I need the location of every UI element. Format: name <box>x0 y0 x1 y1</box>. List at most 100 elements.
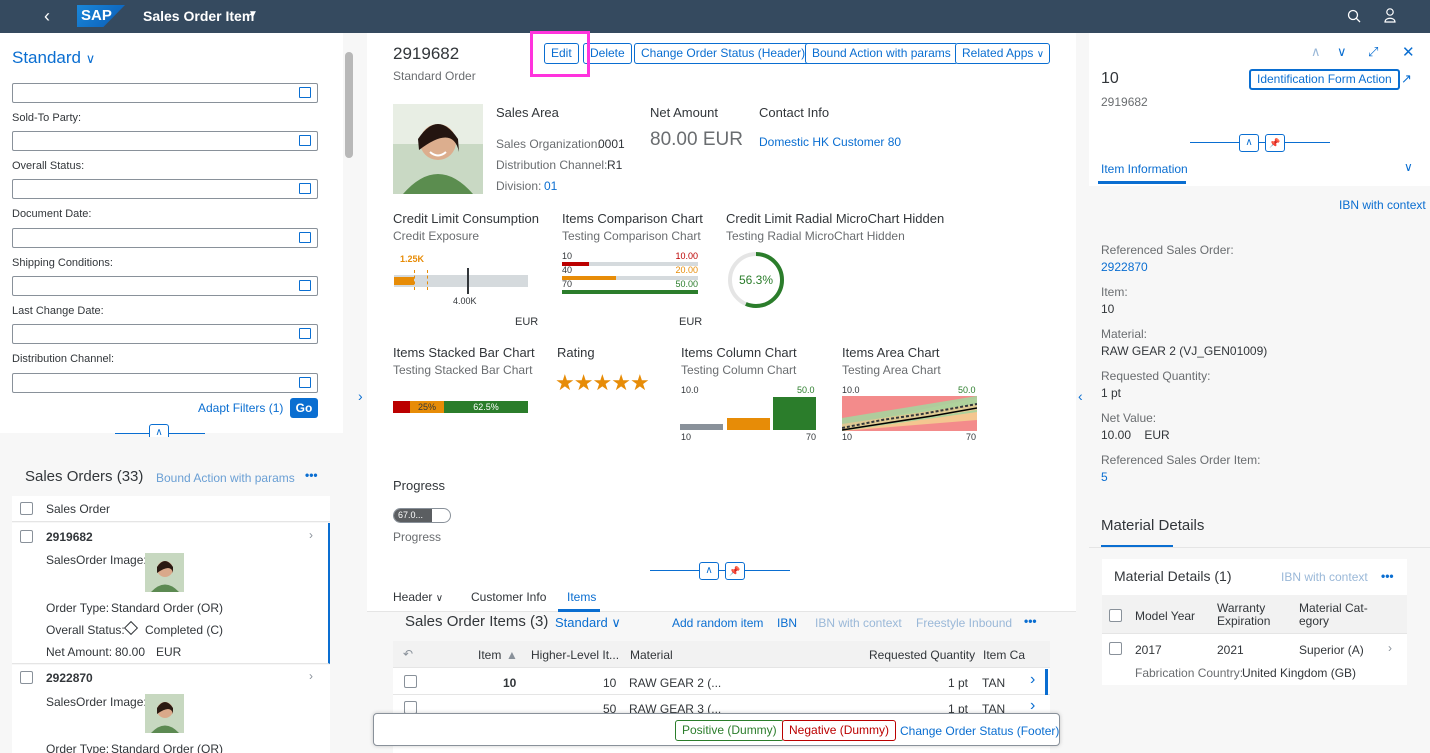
order-type: Standard Order (OR) <box>111 601 224 615</box>
tab-customer-info[interactable]: Customer Info <box>471 590 546 604</box>
rating-indicator[interactable]: ★★★★★ <box>555 370 650 396</box>
back-icon[interactable]: ‹ <box>44 6 50 27</box>
row-checkbox[interactable] <box>20 530 33 543</box>
value-help-icon[interactable] <box>299 232 311 243</box>
freestyle-inbound-button[interactable]: Freestyle Inbound <box>916 616 1012 630</box>
tab-item-information[interactable]: Item Information <box>1101 162 1188 176</box>
column-header[interactable]: Material <box>630 648 673 662</box>
change-order-status-header-button[interactable]: Change Order Status (Header) <box>634 43 813 64</box>
collapse-header-button[interactable]: ∧ <box>1239 134 1259 152</box>
value-help-icon[interactable] <box>299 135 311 146</box>
column-header[interactable]: Item <box>478 648 501 662</box>
overflow-icon[interactable]: ••• <box>1381 569 1394 583</box>
go-button[interactable]: Go <box>290 398 318 418</box>
star-icon[interactable]: ★ <box>555 370 575 395</box>
search-field[interactable] <box>12 83 318 103</box>
highlight-box <box>530 31 590 77</box>
field-value: RAW GEAR 2 (VJ_GEN01009) <box>1101 344 1268 358</box>
cell-warranty: 2021 <box>1217 643 1244 657</box>
ibn-with-context-button[interactable]: IBN with context <box>815 616 902 630</box>
star-icon[interactable]: ★ <box>630 370 650 395</box>
value-help-icon[interactable] <box>299 183 311 194</box>
star-icon[interactable]: ★ <box>611 370 631 395</box>
table-variant-selector[interactable]: Standard ∨ <box>555 615 621 631</box>
document-date-input[interactable] <box>12 228 318 248</box>
overflow-icon[interactable]: ••• <box>305 468 318 482</box>
negative-button[interactable]: Negative (Dummy) <box>782 720 897 741</box>
close-icon[interactable]: ✕ <box>1402 43 1415 61</box>
column-header[interactable]: Model Year <box>1135 609 1195 623</box>
field-link[interactable]: 2922870 <box>1101 260 1148 274</box>
row-checkbox[interactable] <box>1109 642 1122 655</box>
field-label: Order Type: <box>46 742 110 753</box>
ibn-button[interactable]: IBN <box>777 616 797 630</box>
value-help-icon[interactable] <box>299 377 311 388</box>
field-link[interactable]: 5 <box>1101 470 1108 484</box>
chevron-down-icon[interactable]: ∨ <box>1337 44 1347 60</box>
chevron-down-icon[interactable]: ▼ <box>248 9 258 20</box>
user-icon[interactable] <box>1384 8 1396 23</box>
star-icon[interactable]: ★ <box>592 370 612 395</box>
chevron-right-icon[interactable]: › <box>1388 641 1392 655</box>
row-checkbox[interactable] <box>20 671 33 684</box>
column-header[interactable]: Item Ca <box>983 648 1025 662</box>
adapt-filters-link[interactable]: Adapt Filters (1) <box>198 401 283 415</box>
filter-label: Overall Status: <box>12 160 85 172</box>
value-help-icon[interactable] <box>299 280 311 291</box>
overflow-icon[interactable]: ••• <box>1024 614 1037 628</box>
pin-icon[interactable]: 📌 <box>1265 134 1285 152</box>
expand-left-icon[interactable]: › <box>358 388 363 404</box>
bound-action-button[interactable]: Bound Action with params <box>805 43 958 64</box>
share-icon[interactable]: ↗ <box>1401 71 1412 87</box>
chevron-up-icon[interactable]: ∧ <box>1311 44 1321 60</box>
select-all-checkbox[interactable] <box>20 502 33 515</box>
variant-selector[interactable]: Standard ∨ <box>12 48 95 68</box>
distribution-channel-input[interactable] <box>12 373 318 393</box>
value-help-icon[interactable] <box>299 328 311 339</box>
related-apps-button[interactable]: Related Apps ∨ <box>955 43 1050 64</box>
chevron-right-icon[interactable]: › <box>1030 671 1035 689</box>
chevron-right-icon[interactable]: › <box>309 528 313 542</box>
identification-form-action-button[interactable]: Identification Form Action <box>1249 69 1400 90</box>
ibn-with-context-button[interactable]: IBN with context <box>1281 570 1368 584</box>
field-label: Overall Status: <box>46 623 125 637</box>
positive-button[interactable]: Positive (Dummy) <box>675 720 784 741</box>
delete-button[interactable]: Delete <box>583 43 632 64</box>
shipping-conditions-input[interactable] <box>12 276 318 296</box>
column-header[interactable]: Requested Quantity <box>869 648 975 662</box>
list-item[interactable] <box>12 523 330 664</box>
value-help-icon[interactable] <box>299 87 311 98</box>
collapse-left-icon[interactable]: ‹ <box>1078 388 1083 404</box>
search-icon[interactable] <box>1347 9 1361 23</box>
tab-items[interactable]: Items <box>567 590 596 604</box>
division-link[interactable]: 01 <box>544 179 557 193</box>
fullscreen-icon[interactable]: ⤢ <box>1368 44 1378 60</box>
scrollbar-thumb[interactable] <box>345 52 353 158</box>
add-random-item-button[interactable]: Add random item <box>672 616 763 630</box>
sold-to-party-input[interactable] <box>12 131 318 151</box>
field-label: Distribution Channel: <box>496 158 608 172</box>
chevron-down-icon: ∨ <box>611 615 621 630</box>
chevron-down-icon[interactable]: ∨ <box>1404 160 1413 174</box>
sap-logo[interactable]: SAP <box>77 5 125 27</box>
collapse-header-button[interactable]: ∧ <box>699 562 719 580</box>
column-header[interactable]: Warranty Expiration <box>1217 602 1277 628</box>
column-header[interactable]: Material Cat-egory <box>1299 602 1369 628</box>
overall-status-input[interactable] <box>12 179 318 199</box>
row-checkbox[interactable] <box>404 675 417 688</box>
last-change-date-input[interactable] <box>12 324 318 344</box>
contact-link[interactable]: Domestic HK Customer 80 <box>759 135 901 149</box>
stacked-segment <box>393 401 410 413</box>
star-icon[interactable]: ★ <box>574 370 594 395</box>
chevron-right-icon[interactable]: › <box>309 669 313 683</box>
pin-icon[interactable]: 📌 <box>725 562 745 580</box>
ibn-with-context-link[interactable]: IBN with context <box>1339 198 1426 212</box>
column-header[interactable]: Higher-Level It... <box>531 648 619 662</box>
bound-action-button[interactable]: Bound Action with params <box>156 471 295 485</box>
tab-header[interactable]: Header ∨ <box>393 590 443 604</box>
app-title[interactable]: Sales Order Item <box>143 8 254 24</box>
change-order-status-footer-button[interactable]: Change Order Status (Footer) <box>900 724 1059 738</box>
cell-quantity: 1 pt <box>948 676 969 690</box>
select-all-checkbox[interactable] <box>1109 609 1122 622</box>
undo-icon[interactable]: ↶ <box>403 647 413 661</box>
